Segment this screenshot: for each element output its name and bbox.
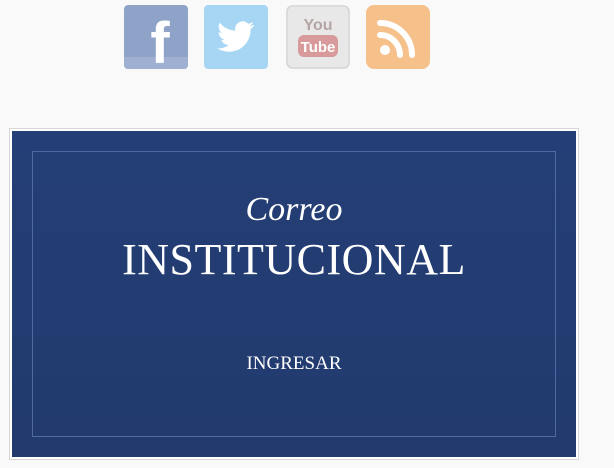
card-inner-frame: Correo INSTITUCIONAL INGRESAR — [32, 151, 556, 437]
svg-text:Tube: Tube — [301, 39, 336, 56]
facebook-link[interactable]: f — [124, 5, 188, 69]
facebook-icon: f — [124, 5, 188, 69]
institutional-mail-card[interactable]: Correo INSTITUCIONAL INGRESAR — [10, 129, 578, 459]
svg-text:You: You — [303, 17, 332, 34]
twitter-link[interactable] — [204, 5, 268, 69]
card-subtitle: Correo — [245, 191, 343, 228]
rss-link[interactable] — [366, 5, 430, 69]
twitter-icon — [204, 5, 268, 69]
svg-text:f: f — [150, 11, 170, 69]
card-title: INSTITUCIONAL — [122, 235, 466, 284]
ingresar-button[interactable]: INGRESAR — [33, 352, 555, 376]
rss-icon — [366, 5, 430, 69]
youtube-icon: You Tube — [286, 5, 350, 69]
youtube-link[interactable]: You Tube — [286, 5, 350, 69]
